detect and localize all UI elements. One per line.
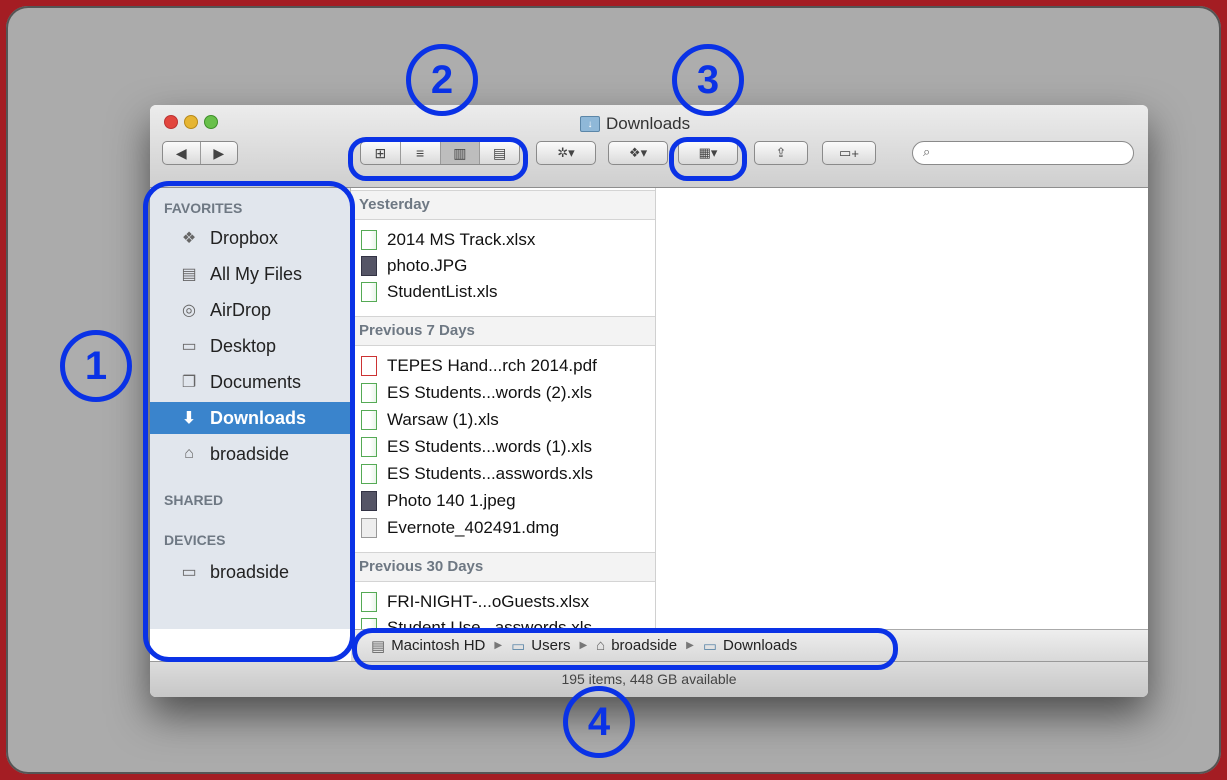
back-button[interactable]: ◀ [163, 142, 201, 164]
search-icon: ⌕ [923, 144, 931, 159]
downloads-folder-icon: ↓ [580, 116, 600, 132]
file-item[interactable]: StudentList.xls [361, 278, 498, 305]
file-item[interactable]: 2014 MS Track.xlsx [361, 226, 535, 253]
file-item[interactable]: FRI-NIGHT-...oGuests.xlsx [361, 588, 589, 615]
file-item[interactable]: ES Students...words (1).xls [361, 433, 592, 460]
file-item[interactable]: Student Use...asswords.xls [361, 614, 592, 629]
file-item[interactable]: TEPES Hand...rch 2014.pdf [361, 352, 597, 379]
pdf-icon [361, 355, 377, 376]
spreadsheet-icon [361, 382, 377, 403]
file-name: ES Students...words (1).xls [387, 436, 593, 456]
file-item[interactable]: Evernote_402491.dmg [361, 514, 559, 541]
minimize-button[interactable] [184, 115, 198, 129]
new-folder-button[interactable]: ▭ + [822, 141, 876, 165]
search-input[interactable] [941, 144, 1125, 161]
file-name: ES Students...words (2).xls [387, 382, 593, 402]
image-icon [361, 255, 377, 276]
share-button[interactable]: ⇪ [754, 141, 808, 165]
file-name: 2014 MS Track.xlsx [387, 229, 536, 249]
dropbox-button[interactable]: ❖ ▾ [608, 141, 668, 165]
annotation-badge-2: 2 [406, 44, 478, 116]
annotation-badge-4: 4 [563, 686, 635, 758]
group-header-previous-30-days: Previous 30 Days [351, 552, 655, 582]
plus-icon: + [851, 145, 859, 161]
gear-icon: ✲▾ [557, 145, 575, 160]
group-header-yesterday: Yesterday [351, 190, 655, 220]
dropdown-chevron-icon: ▾ [640, 145, 648, 160]
spreadsheet-icon [361, 229, 377, 250]
file-name: Evernote_402491.dmg [387, 517, 560, 537]
file-item[interactable]: Photo 140 1.jpeg [361, 487, 516, 514]
spreadsheet-icon [361, 436, 377, 457]
file-name: Warsaw (1).xls [387, 409, 499, 429]
spreadsheet-icon [361, 463, 377, 484]
file-item[interactable]: ES Students...words (2).xls [361, 379, 592, 406]
file-name: TEPES Hand...rch 2014.pdf [387, 355, 597, 375]
window-title-text: Downloads [606, 114, 691, 133]
file-column: Yesterday 2014 MS Track.xlsx photo.JPG S… [351, 188, 656, 629]
file-name: FRI-NIGHT-...oGuests.xlsx [387, 591, 590, 611]
file-name: StudentList.xls [387, 281, 498, 301]
file-name: Photo 140 1.jpeg [387, 490, 516, 510]
file-item[interactable]: Warsaw (1).xls [361, 406, 499, 433]
close-button[interactable] [164, 115, 178, 129]
file-item[interactable]: photo.JPG [361, 252, 467, 279]
new-folder-icon: ▭ [839, 145, 852, 160]
titlebar: ↓ Downloads ◀ ▶ ⊞ ≡ ▥ ▤ ✲▾ ❖ ▾ ▦ ▾ ⇪ ▭ + ⌕ [150, 105, 1148, 188]
file-name: photo.JPG [387, 255, 468, 275]
group-header-previous-7-days: Previous 7 Days [351, 316, 655, 346]
share-icon: ⇪ [775, 145, 787, 160]
spreadsheet-icon [361, 281, 377, 302]
disk-image-icon [361, 517, 377, 538]
forward-button[interactable]: ▶ [201, 142, 238, 164]
file-name: ES Students...asswords.xls [387, 463, 593, 483]
search-field[interactable]: ⌕ [912, 141, 1134, 165]
file-item[interactable]: ES Students...asswords.xls [361, 460, 593, 487]
annotation-highlight-sidebar [143, 181, 355, 662]
zoom-button[interactable] [204, 115, 218, 129]
window-title: ↓ Downloads [580, 114, 690, 134]
action-button[interactable]: ✲▾ [536, 141, 596, 165]
spreadsheet-icon [361, 409, 377, 430]
annotation-badge-1: 1 [60, 330, 132, 402]
back-forward-control: ◀ ▶ [162, 141, 238, 165]
annotation-badge-3: 3 [672, 44, 744, 116]
annotation-highlight-arrange [669, 137, 747, 181]
annotation-highlight-path-bar [352, 628, 898, 670]
image-icon [361, 490, 377, 511]
spreadsheet-icon [361, 591, 377, 612]
annotation-highlight-view-modes [348, 137, 528, 181]
dropbox-icon: ❖ [628, 145, 641, 160]
